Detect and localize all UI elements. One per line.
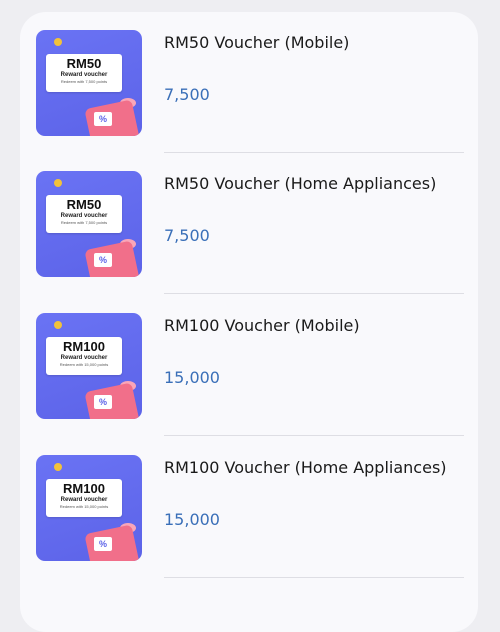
ticket-label: Reward voucher: [60, 497, 108, 503]
ticket-amount: RM50: [66, 56, 102, 71]
gift-box-icon: [84, 240, 140, 277]
coin-icon: [54, 463, 62, 471]
ticket-label: Reward voucher: [60, 355, 108, 361]
voucher-thumbnail: RM100 Reward voucher Redeem with 15,000 …: [36, 455, 142, 561]
voucher-ticket: RM100 Reward voucher Redeem with 15,000 …: [46, 337, 122, 375]
voucher-item-rm50-mobile[interactable]: RM50 Reward voucher Redeem with 7,500 po…: [20, 12, 478, 153]
voucher-item-rm100-home-appliances[interactable]: RM100 Reward voucher Redeem with 15,000 …: [20, 437, 478, 578]
divider: [164, 293, 464, 294]
coin-icon: [54, 38, 62, 46]
ticket-amount: RM100: [63, 481, 105, 496]
gift-box-icon: [84, 99, 140, 136]
voucher-title: RM100 Voucher (Home Appliances): [164, 458, 447, 477]
voucher-title: RM50 Voucher (Home Appliances): [164, 174, 437, 193]
voucher-ticket: RM50 Reward voucher Redeem with 7,500 po…: [46, 195, 122, 233]
voucher-ticket: RM50 Reward voucher Redeem with 7,500 po…: [46, 54, 122, 92]
coin-icon: [54, 321, 62, 329]
voucher-points: 7,500: [164, 226, 210, 245]
voucher-list-card: RM50 Reward voucher Redeem with 7,500 po…: [20, 12, 478, 632]
divider: [164, 435, 464, 436]
gift-box-icon: [84, 382, 140, 419]
voucher-item-rm50-home-appliances[interactable]: RM50 Reward voucher Redeem with 7,500 po…: [20, 153, 478, 294]
voucher-points: 15,000: [164, 368, 220, 387]
voucher-points: 7,500: [164, 85, 210, 104]
gift-box-icon: [84, 524, 140, 561]
voucher-points: 15,000: [164, 510, 220, 529]
coin-icon: [54, 179, 62, 187]
voucher-title: RM50 Voucher (Mobile): [164, 33, 350, 52]
ticket-redeem-text: Redeem with 15,000 points: [59, 504, 109, 509]
divider: [164, 577, 464, 578]
voucher-thumbnail: RM50 Reward voucher Redeem with 7,500 po…: [36, 171, 142, 277]
voucher-thumbnail: RM50 Reward voucher Redeem with 7,500 po…: [36, 30, 142, 136]
voucher-thumbnail: RM100 Reward voucher Redeem with 15,000 …: [36, 313, 142, 419]
voucher-ticket: RM100 Reward voucher Redeem with 15,000 …: [46, 479, 122, 517]
percent-tag-icon: %: [94, 395, 112, 409]
percent-tag-icon: %: [94, 253, 112, 267]
ticket-amount: RM100: [63, 339, 105, 354]
voucher-title: RM100 Voucher (Mobile): [164, 316, 360, 335]
ticket-redeem-text: Redeem with 15,000 points: [59, 362, 109, 367]
ticket-amount: RM50: [66, 197, 102, 212]
voucher-item-rm100-mobile[interactable]: RM100 Reward voucher Redeem with 15,000 …: [20, 295, 478, 436]
percent-tag-icon: %: [94, 537, 112, 551]
ticket-redeem-text: Redeem with 7,500 points: [60, 79, 108, 84]
ticket-label: Reward voucher: [60, 213, 108, 219]
ticket-label: Reward voucher: [60, 72, 108, 78]
ticket-redeem-text: Redeem with 7,500 points: [60, 220, 108, 225]
percent-tag-icon: %: [94, 112, 112, 126]
